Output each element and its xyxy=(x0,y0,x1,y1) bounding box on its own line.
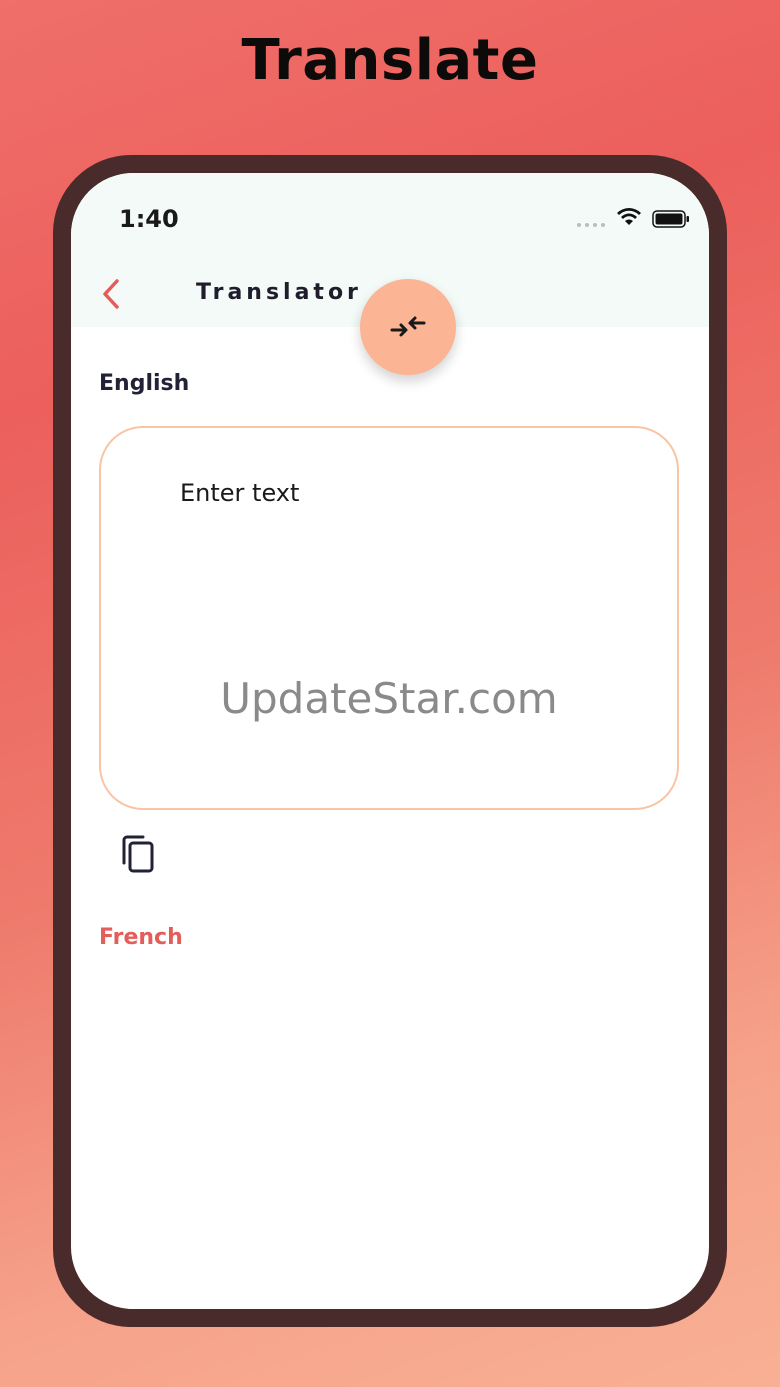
app-screen: 1:40 Translator English Enter text Updat… xyxy=(71,173,709,1309)
copy-button[interactable] xyxy=(119,833,159,877)
page-title: Translator xyxy=(196,280,362,305)
target-language-label[interactable]: French xyxy=(99,925,183,950)
copy-icon xyxy=(122,835,154,873)
status-time: 1:40 xyxy=(119,205,179,233)
wifi-icon xyxy=(617,208,641,225)
battery-icon xyxy=(652,210,689,228)
text-input-area[interactable]: UpdateStar.com xyxy=(99,426,679,810)
back-button[interactable] xyxy=(97,277,125,311)
chevron-left-icon xyxy=(103,279,119,309)
promo-headline: Translate xyxy=(241,28,539,93)
swap-arrows-icon xyxy=(390,316,426,337)
source-language-label[interactable]: English xyxy=(99,371,189,396)
text-input[interactable] xyxy=(178,478,602,508)
cellular-signal-icon xyxy=(577,223,605,227)
swap-languages-button[interactable] xyxy=(360,279,456,375)
phone-frame: 1:40 Translator English Enter text Updat… xyxy=(53,155,727,1327)
watermark-text: UpdateStar.com xyxy=(220,674,558,723)
